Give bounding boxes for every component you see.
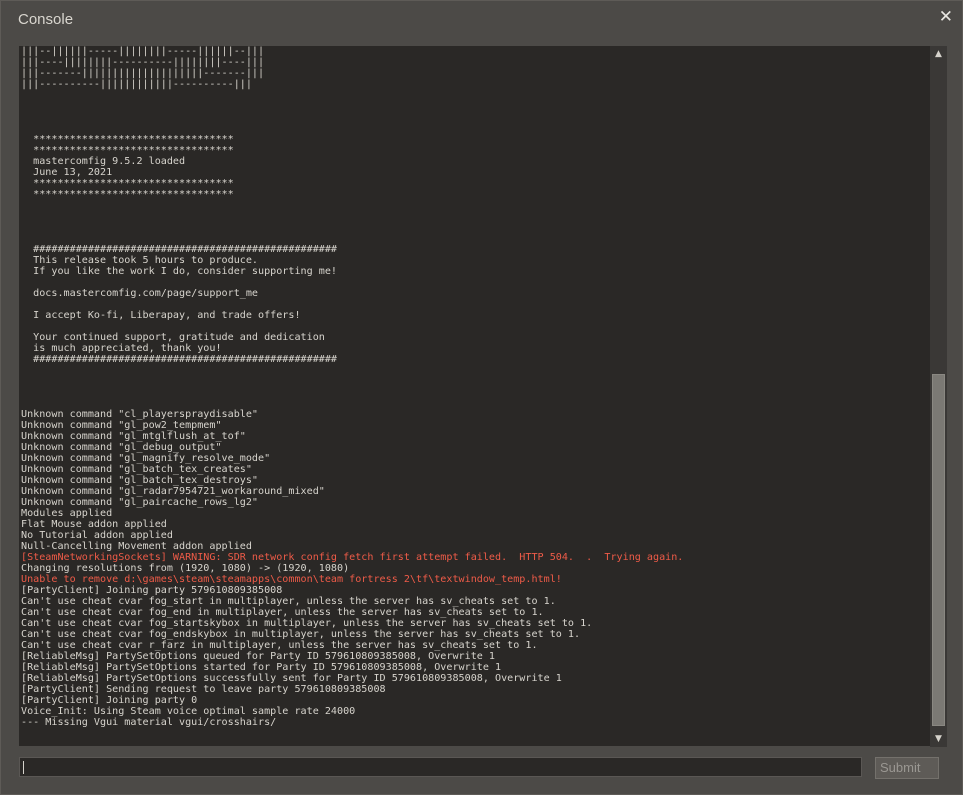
log-line: If you like the work I do, consider supp… — [21, 266, 338, 277]
log-line: Unknown command "gl_mtglflush_at_tof" — [21, 431, 246, 442]
log-line: Can't use cheat cvar r_farz in multiplay… — [21, 640, 538, 651]
log-line: Modules applied — [21, 508, 113, 519]
log-line: June 13, 2021 — [21, 167, 113, 178]
log-line: ********************************* — [21, 189, 234, 200]
log-line: Unknown command "gl_magnify_resolve_mode… — [21, 453, 271, 464]
log-lines: |||--||||||-----||||||||-----||||||--|||… — [21, 46, 926, 728]
window-title: Console — [18, 11, 74, 28]
log-line: Unknown command "gl_batch_tex_creates" — [21, 464, 252, 475]
log-line: No Tutorial addon applied — [21, 530, 173, 541]
log-line: [ReliableMsg] PartySetOptions queued for… — [21, 651, 496, 662]
log-line: Unknown command "gl_pow2_tempmem" — [21, 420, 222, 431]
log-line: [ReliableMsg] PartySetOptions successful… — [21, 673, 562, 684]
log-line: Your continued support, gratitude and de… — [21, 332, 325, 343]
log-line: Unknown command "gl_debug_output" — [21, 442, 222, 453]
log-line: [PartyClient] Joining party 0 — [21, 695, 198, 706]
log-line: |||-------||||||||||||||||||||-------||| — [21, 68, 265, 79]
log-line: Unknown command "gl_batch_tex_destroys" — [21, 475, 259, 486]
log-line: docs.mastercomfig.com/page/support_me — [21, 288, 259, 299]
log-line: Null-Cancelling Movement addon applied — [21, 541, 252, 552]
close-icon[interactable]: ✕ — [939, 7, 953, 27]
log-line: ********************************* — [21, 178, 234, 189]
log-line: |||----||||||||----------||||||||----||| — [21, 57, 265, 68]
log-line: |||--||||||-----||||||||-----||||||--||| — [21, 46, 265, 57]
log-line: is much appreciated, thank you! — [21, 343, 222, 354]
log-line: Can't use cheat cvar fog_endskybox in mu… — [21, 629, 581, 640]
log-line: --- Missing Vgui material vgui/crosshair… — [21, 717, 277, 728]
submit-button[interactable]: Submit — [875, 757, 939, 779]
log-line: Changing resolutions from (1920, 1080) -… — [21, 563, 350, 574]
scroll-up-icon[interactable]: ▲ — [930, 46, 947, 62]
log-line: [PartyClient] Sending request to leave p… — [21, 684, 386, 695]
log-line: Unknown command "gl_radar7954721_workaro… — [21, 486, 325, 497]
console-window: Console ✕ |||--||||||-----||||||||-----|… — [0, 0, 963, 795]
log-line: Can't use cheat cvar fog_start in multip… — [21, 596, 556, 607]
log-line: [PartyClient] Joining party 579610809385… — [21, 585, 283, 596]
command-input[interactable] — [19, 757, 862, 777]
scrollbar-thumb[interactable] — [932, 374, 945, 726]
log-line: Unknown command "gl_paircache_rows_lg2" — [21, 497, 259, 508]
scroll-down-icon[interactable]: ▼ — [930, 731, 947, 747]
log-line: ########################################… — [21, 244, 338, 255]
log-line: ********************************* — [21, 145, 234, 156]
log-line: Can't use cheat cvar fog_end in multipla… — [21, 607, 544, 618]
log-line: Voice_Init: Using Steam voice optimal sa… — [21, 706, 356, 717]
log-line: ********************************* — [21, 134, 234, 145]
vertical-scrollbar[interactable]: ▲ ▼ — [930, 46, 947, 747]
log-line: mastercomfig 9.5.2 loaded — [21, 156, 186, 167]
log-line: This release took 5 hours to produce. — [21, 255, 259, 266]
log-line: I accept Ko-fi, Liberapay, and trade off… — [21, 310, 301, 321]
log-line: |||----------||||||||||||----------||| — [21, 79, 252, 90]
log-line: Can't use cheat cvar fog_startskybox in … — [21, 618, 593, 629]
log-line: [ReliableMsg] PartySetOptions started fo… — [21, 662, 502, 673]
text-caret — [23, 761, 24, 774]
log-line-error: [SteamNetworkingSockets] WARNING: SDR ne… — [21, 552, 684, 563]
console-output[interactable]: |||--||||||-----||||||||-----||||||--|||… — [19, 46, 930, 746]
log-line: ########################################… — [21, 354, 338, 365]
log-line-error: Unable to remove d:\games\steam\steamapp… — [21, 574, 562, 585]
log-line: Flat Mouse addon applied — [21, 519, 167, 530]
log-line: Unknown command "cl_playerspraydisable" — [21, 409, 259, 420]
